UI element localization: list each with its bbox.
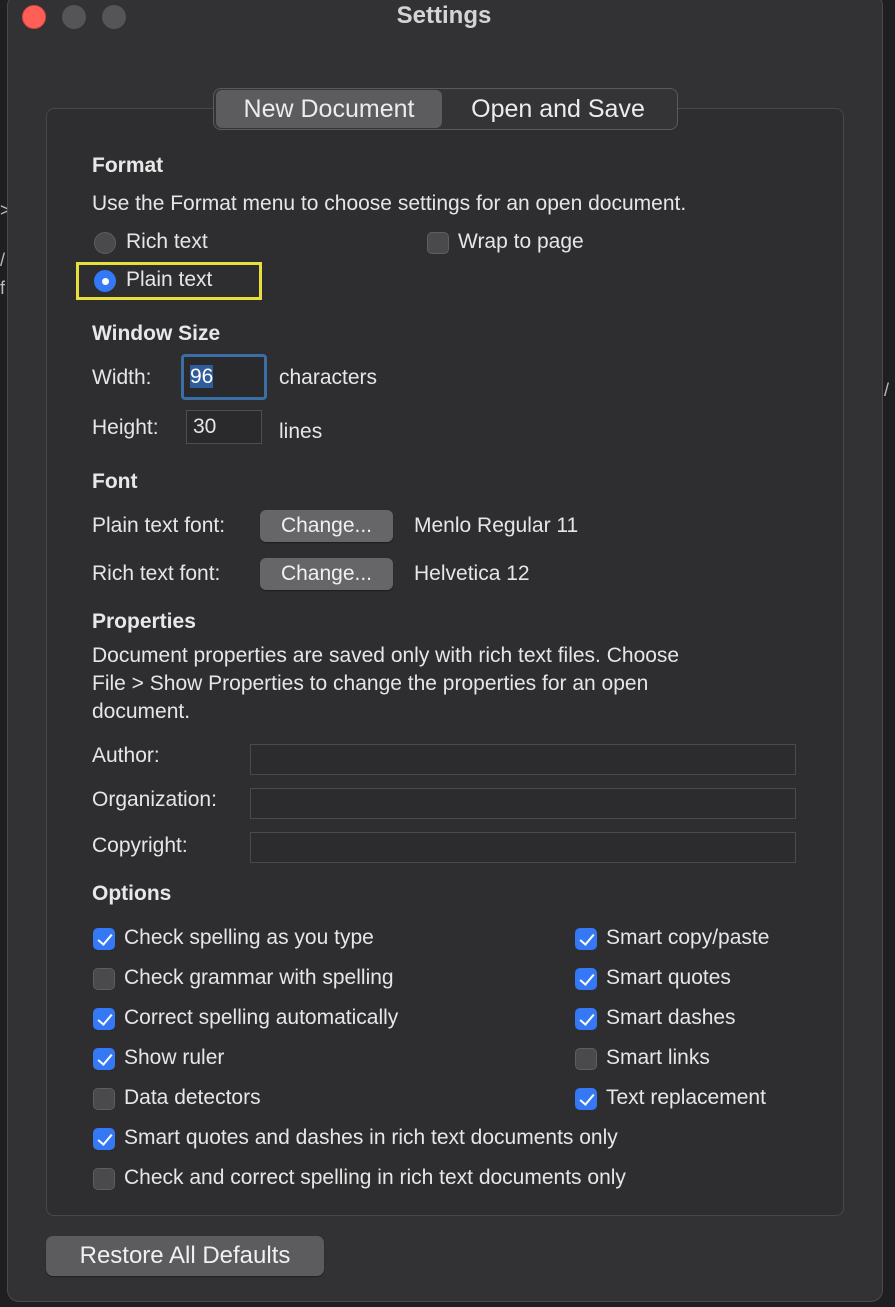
width-unit: characters: [279, 366, 378, 389]
properties-heading: Properties: [92, 610, 196, 633]
tab-new-document[interactable]: New Document: [216, 90, 442, 128]
smart-copy-paste-checkbox[interactable]: [575, 928, 597, 950]
plain-text-radio[interactable]: [94, 270, 116, 292]
smart-quotes-label[interactable]: Smart quotes: [606, 966, 731, 990]
width-field[interactable]: 96: [181, 354, 267, 400]
text-replacement-label[interactable]: Text replacement: [606, 1086, 766, 1110]
rich-text-font-value: Helvetica 12: [414, 562, 530, 585]
show-ruler-checkbox[interactable]: [93, 1048, 115, 1070]
width-value: 96: [190, 365, 214, 388]
wrap-to-page-checkbox[interactable]: [427, 232, 449, 254]
properties-description-line: Document properties are saved only with …: [92, 644, 680, 667]
show-ruler-label[interactable]: Show ruler: [124, 1046, 224, 1070]
author-label: Author:: [92, 744, 160, 767]
copyright-field[interactable]: [250, 832, 796, 863]
smart-dashes-label[interactable]: Smart dashes: [606, 1006, 736, 1030]
height-unit: lines: [279, 420, 323, 443]
rich-text-label[interactable]: Rich text: [126, 230, 208, 254]
smart-copy-paste-label[interactable]: Smart copy/paste: [606, 926, 769, 950]
plain-text-font-label: Plain text font:: [92, 514, 226, 537]
smart-links-checkbox[interactable]: [575, 1048, 597, 1070]
format-description: Use the Format menu to choose settings f…: [92, 192, 687, 215]
options-heading: Options: [92, 882, 172, 905]
check-grammar-checkbox[interactable]: [93, 968, 115, 990]
data-detectors-checkbox[interactable]: [93, 1088, 115, 1110]
check-spelling-checkbox[interactable]: [93, 928, 115, 950]
wrap-to-page-label[interactable]: Wrap to page: [458, 230, 584, 254]
correct-spelling-checkbox[interactable]: [93, 1008, 115, 1030]
smart-quotes-rich-only-checkbox[interactable]: [93, 1128, 115, 1150]
background-fragment: /: [884, 380, 890, 400]
spelling-rich-only-label[interactable]: Check and correct spelling in rich text …: [124, 1166, 626, 1190]
copyright-label: Copyright:: [92, 834, 188, 857]
properties-description-line: File > Show Properties to change the pro…: [92, 672, 649, 695]
height-field[interactable]: 30: [186, 410, 262, 444]
tab-open-and-save[interactable]: Open and Save: [442, 90, 674, 128]
smart-quotes-checkbox[interactable]: [575, 968, 597, 990]
background-fragment: /: [0, 250, 6, 270]
format-heading: Format: [92, 154, 164, 177]
check-grammar-label[interactable]: Check grammar with spelling: [124, 966, 394, 990]
properties-description-line: document.: [92, 700, 191, 723]
rich-text-font-label: Rich text font:: [92, 562, 221, 585]
smart-quotes-rich-only-label[interactable]: Smart quotes and dashes in rich text doc…: [124, 1126, 618, 1150]
change-plain-font-button[interactable]: Change...: [260, 510, 393, 542]
spelling-rich-only-checkbox[interactable]: [93, 1168, 115, 1190]
organization-label: Organization:: [92, 788, 217, 811]
width-label: Width:: [92, 366, 152, 389]
change-rich-font-button[interactable]: Change...: [260, 558, 393, 590]
rich-text-radio[interactable]: [94, 232, 116, 254]
window-title: Settings: [396, 2, 492, 29]
check-spelling-label[interactable]: Check spelling as you type: [124, 926, 374, 950]
tab-bar: New Document Open and Save: [213, 88, 678, 130]
organization-field[interactable]: [250, 788, 796, 819]
window-size-heading: Window Size: [92, 322, 221, 345]
plain-text-font-value: Menlo Regular 11: [414, 514, 579, 537]
author-field[interactable]: [250, 744, 796, 775]
background-fragment: f: [0, 278, 6, 298]
height-label: Height:: [92, 416, 159, 439]
font-heading: Font: [92, 470, 138, 493]
data-detectors-label[interactable]: Data detectors: [124, 1086, 261, 1110]
plain-text-label[interactable]: Plain text: [126, 268, 212, 292]
smart-dashes-checkbox[interactable]: [575, 1008, 597, 1030]
smart-links-label[interactable]: Smart links: [606, 1046, 710, 1070]
correct-spelling-label[interactable]: Correct spelling automatically: [124, 1006, 398, 1030]
text-replacement-checkbox[interactable]: [575, 1088, 597, 1110]
restore-all-defaults-button[interactable]: Restore All Defaults: [46, 1236, 324, 1276]
